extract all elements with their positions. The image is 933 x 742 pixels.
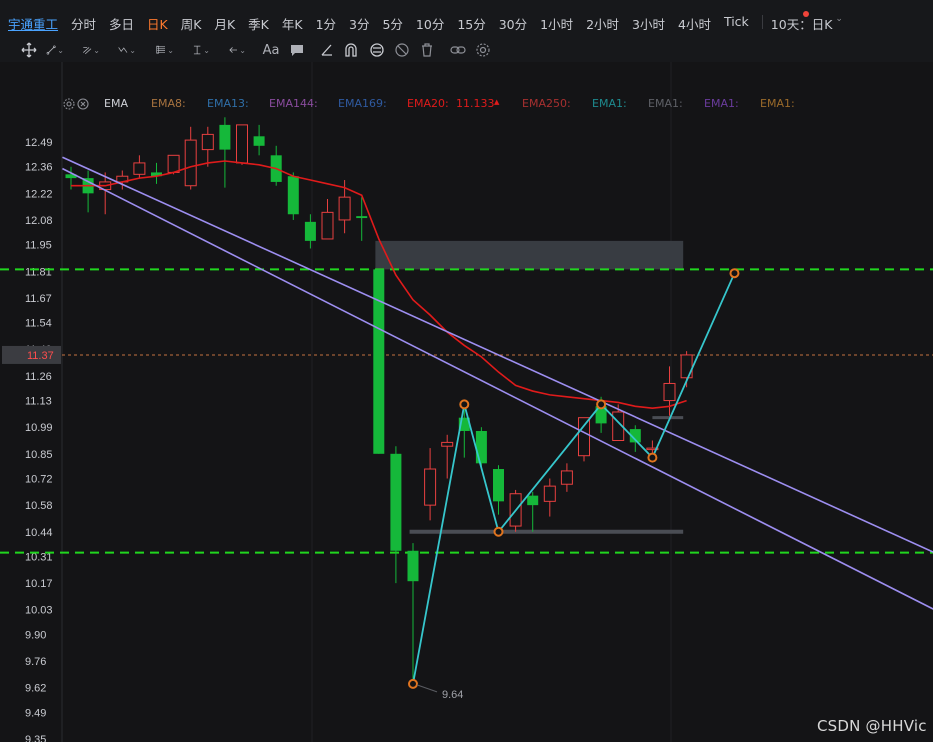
- candle-body: [356, 216, 368, 219]
- low-price-label: 9.64: [442, 689, 463, 701]
- legend-item: EMA13:: [207, 97, 249, 110]
- candle-body: [441, 441, 454, 447]
- y-tick-label: 9.90: [25, 629, 46, 641]
- y-tick-label: 12.22: [25, 188, 53, 200]
- candle-body: [184, 139, 197, 187]
- zigzag-point: [408, 678, 418, 689]
- candle-body: [236, 124, 248, 164]
- candle-body: [424, 468, 437, 506]
- y-tick-label: 10.17: [25, 578, 53, 590]
- triangle-up-icon: ▲: [494, 98, 500, 106]
- candle-body: [253, 136, 265, 146]
- candle-body: [663, 382, 676, 402]
- resistance-zone: [375, 240, 684, 270]
- y-tick-label: 10.99: [25, 422, 53, 434]
- y-tick-label: 12.36: [25, 162, 53, 174]
- y-tick-label: 12.08: [25, 215, 53, 227]
- candle-body: [304, 221, 316, 241]
- y-tick-label: 12.49: [25, 137, 53, 149]
- candle-body: [373, 269, 385, 454]
- y-tick-label: 10.58: [25, 500, 53, 512]
- legend-item: EMA1:: [760, 97, 795, 110]
- zigzag-point: [493, 526, 504, 537]
- channel-line: [62, 167, 933, 610]
- zigzag-point: [647, 452, 658, 463]
- candle-body: [560, 470, 573, 485]
- legend-item: EMA8:: [151, 97, 186, 110]
- indicator-legend: EMA EMA8: EMA13: EMA144: EMA169: EMA20: 11.133…: [62, 97, 795, 111]
- y-tick-label: 9.76: [25, 656, 46, 668]
- watermark: CSDN @HHVic: [817, 717, 927, 735]
- legend-item: EMA20:: [407, 97, 449, 110]
- zigzag-point: [596, 399, 607, 410]
- legend-item: EMA144:: [269, 97, 318, 110]
- low-label-leader: [416, 684, 438, 693]
- y-tick-label: 11.54: [25, 318, 52, 330]
- y-tick-label: 10.85: [25, 449, 53, 461]
- candle-body: [390, 453, 402, 551]
- y-tick-label: 11.67: [25, 293, 52, 305]
- zigzag-point: [729, 268, 740, 279]
- legend-item: EMA250:: [522, 97, 571, 110]
- zigzag-line: [412, 272, 736, 685]
- y-tick-label: 11.81: [25, 266, 52, 278]
- y-tick-label: 9.62: [25, 683, 46, 695]
- legend-item: EMA1:: [704, 97, 739, 110]
- candle-body: [201, 133, 214, 151]
- gear-icon[interactable]: [62, 97, 76, 111]
- y-tick-label: 10.44: [25, 527, 53, 539]
- y-tick-label: 10.03: [25, 605, 53, 617]
- y-tick-label: 11.95: [25, 240, 52, 252]
- candle-body: [475, 430, 487, 464]
- candlestick-chart[interactable]: 12.49 12.36 12.22 12.08 11.95 11.81 11.67 11.54…: [0, 0, 933, 742]
- candle-body: [321, 211, 334, 240]
- candle-body: [527, 495, 539, 506]
- candle-body: [493, 469, 504, 502]
- y-tick-label: 9.35: [25, 734, 46, 742]
- legend-item: EMA: [104, 97, 128, 110]
- candle-body: [167, 154, 180, 173]
- candle-body: [287, 176, 299, 215]
- candle-body: [578, 417, 590, 457]
- y-tick-label: 9.49: [25, 707, 46, 719]
- close-icon[interactable]: [76, 97, 90, 111]
- candle-body: [543, 485, 556, 502]
- candle-body: [219, 124, 231, 150]
- candle-body: [338, 196, 351, 221]
- candle-body: [133, 162, 146, 175]
- y-tick-label: 10.72: [25, 474, 53, 486]
- y-tick-label: 11.13: [25, 396, 52, 408]
- y-tick-label: 11.26: [25, 371, 52, 383]
- current-price-label: 11.37: [27, 350, 54, 362]
- legend-item: EMA1:: [592, 97, 627, 110]
- legend-item: EMA1:: [648, 97, 683, 110]
- legend-item: EMA169:: [338, 97, 387, 110]
- legend-item: 11.133: [456, 97, 495, 110]
- zigzag-point: [459, 399, 470, 410]
- candle-body: [680, 354, 693, 379]
- candle-body: [407, 550, 419, 582]
